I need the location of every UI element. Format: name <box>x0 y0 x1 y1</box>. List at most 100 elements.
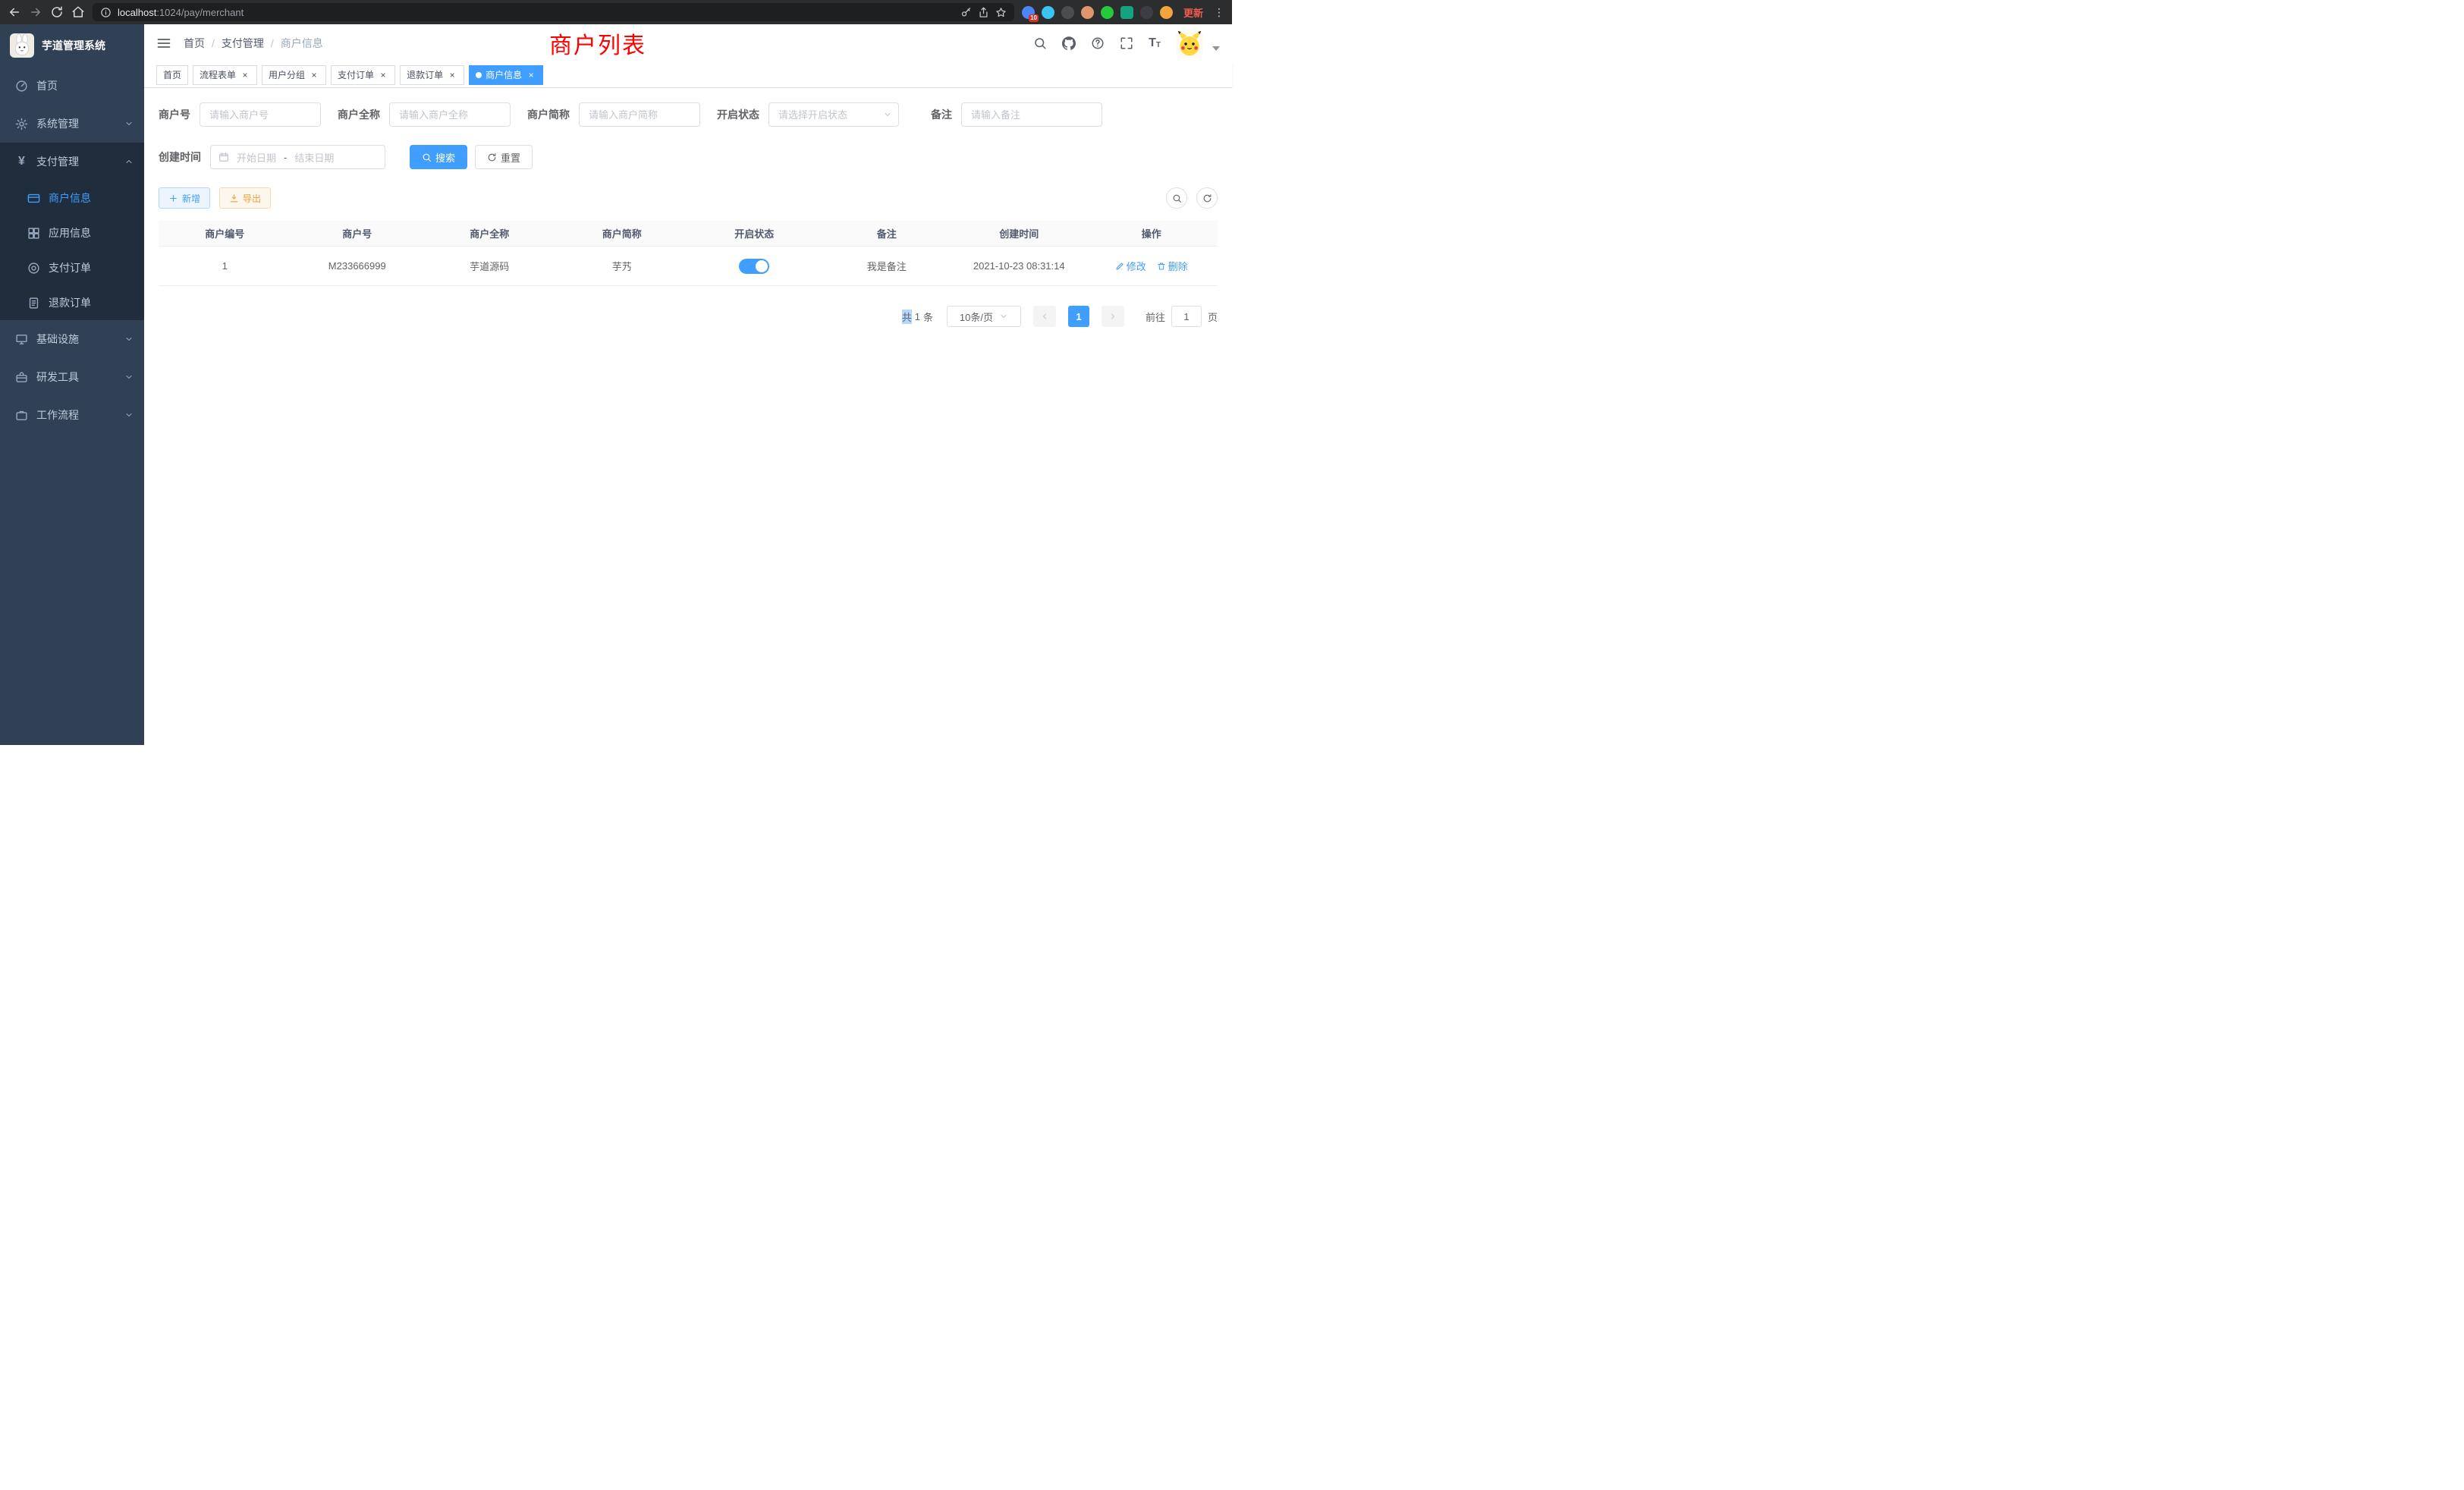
close-icon[interactable]: × <box>526 70 536 80</box>
table-row: 1 M233666999 芋道源码 芋艿 我是备注 2021-10-23 08:… <box>159 247 1218 286</box>
sidebar-item-system[interactable]: 系统管理 <box>0 105 144 143</box>
tab-home[interactable]: 首页 <box>156 65 188 85</box>
yen-icon: ¥ <box>15 156 28 168</box>
refresh-table-button[interactable] <box>1196 187 1218 209</box>
close-icon[interactable]: × <box>309 70 319 80</box>
user-avatar[interactable] <box>1176 30 1203 57</box>
site-info-icon[interactable] <box>100 7 112 18</box>
reload-icon[interactable] <box>50 5 64 19</box>
status-select-input[interactable] <box>768 102 899 127</box>
edit-button[interactable]: 修改 <box>1115 259 1146 273</box>
merchant-no-label: 商户号 <box>159 107 190 122</box>
share-icon[interactable] <box>978 7 989 18</box>
column-header: 备注 <box>821 221 954 246</box>
tag-view-bar: 首页 流程表单× 用户分组 × 支付订单× 退款订单× 商户信息 × <box>144 62 1232 88</box>
extension-puzzle-icon[interactable]: 10 <box>1022 6 1035 19</box>
chevron-right-icon <box>1108 312 1117 321</box>
user-menu-caret-icon[interactable] <box>1212 46 1220 51</box>
pagination: 共 1 条 10条/页 1 前往 页 <box>159 306 1218 327</box>
goto-label: 前往 <box>1146 310 1165 324</box>
bookmark-star-icon[interactable] <box>995 7 1007 18</box>
remark-input[interactable] <box>961 102 1102 127</box>
extension-green-check-icon[interactable] <box>1101 6 1114 19</box>
tab-user-group[interactable]: 用户分组 × <box>262 65 326 85</box>
browser-toolbar: localhost:1024/pay/merchant 10 更新 ⋮ <box>0 0 1232 24</box>
breadcrumb-payment[interactable]: 支付管理 <box>222 36 264 51</box>
page-unit-label: 页 <box>1208 310 1218 324</box>
export-button[interactable]: 导出 <box>219 187 271 209</box>
github-icon[interactable] <box>1062 36 1076 50</box>
reset-button-label: 重置 <box>501 150 520 165</box>
breadcrumb-home[interactable]: 首页 <box>184 36 205 51</box>
profile-avatar-icon[interactable] <box>1160 6 1173 19</box>
extension-dark-icon[interactable] <box>1061 6 1074 19</box>
date-range-picker[interactable]: 开始日期 - 结束日期 <box>210 145 385 169</box>
page-size-select[interactable]: 10条/页 <box>947 306 1021 327</box>
tab-label: 商户信息 <box>486 68 522 81</box>
toggle-search-button[interactable] <box>1166 187 1187 209</box>
status-select[interactable] <box>768 102 899 127</box>
payment-menu-group: ¥ 支付管理 商户信息 应用信息 支付订单 <box>0 143 144 320</box>
url-bar[interactable]: localhost:1024/pay/merchant <box>93 3 1014 21</box>
sidebar-item-payment-orders[interactable]: 支付订单 <box>0 250 144 285</box>
extension-badge: 10 <box>1029 14 1039 22</box>
chevron-down-icon <box>124 410 134 420</box>
pagination-goto: 前往 页 <box>1146 306 1218 327</box>
delete-button[interactable]: 删除 <box>1157 259 1188 273</box>
sidebar-item-payment[interactable]: ¥ 支付管理 <box>0 143 144 181</box>
fullscreen-icon[interactable] <box>1120 36 1133 50</box>
breadcrumb-current: 商户信息 <box>281 36 323 51</box>
merchant-no-input[interactable] <box>200 102 321 127</box>
sidebar-item-app-info[interactable]: 应用信息 <box>0 215 144 250</box>
sidebar-item-dev-tools[interactable]: 研发工具 <box>0 358 144 396</box>
browser-update-button[interactable]: 更新 <box>1183 5 1203 20</box>
extension-pin-icon[interactable] <box>1140 6 1153 19</box>
sidebar-item-merchant-info[interactable]: 商户信息 <box>0 181 144 215</box>
search-button[interactable]: 搜索 <box>410 145 467 169</box>
tab-payment-orders[interactable]: 支付订单× <box>331 65 395 85</box>
close-icon[interactable]: × <box>240 70 250 80</box>
extension-green-square-icon[interactable] <box>1120 6 1133 19</box>
add-button[interactable]: 新增 <box>159 187 210 209</box>
home-icon[interactable] <box>71 5 85 19</box>
status-toggle[interactable] <box>739 259 769 274</box>
forward-icon[interactable] <box>29 5 42 19</box>
collapse-sidebar-icon[interactable] <box>156 36 171 51</box>
sidebar-item-workflow[interactable]: 工作流程 <box>0 396 144 434</box>
help-icon[interactable] <box>1091 36 1105 50</box>
logo-avatar <box>10 33 34 58</box>
chevron-down-icon <box>124 372 134 382</box>
chevron-left-icon <box>1040 312 1049 321</box>
briefcase-icon <box>15 409 28 422</box>
password-key-icon[interactable] <box>960 7 972 18</box>
sidebar-item-refund-orders[interactable]: 退款订单 <box>0 285 144 320</box>
extension-drop-icon[interactable] <box>1042 6 1054 19</box>
sidebar: 芋道管理系统 首页 系统管理 ¥ 支付管理 商户信息 <box>0 24 144 745</box>
tab-merchant-info[interactable]: 商户信息 × <box>469 65 543 85</box>
table-header: 商户编号 商户号 商户全称 商户简称 开启状态 备注 创建时间 操作 <box>159 221 1218 247</box>
column-header: 商户简称 <box>556 221 689 246</box>
goto-page-input[interactable] <box>1171 306 1202 327</box>
close-icon[interactable]: × <box>378 70 388 80</box>
search-icon[interactable] <box>1033 36 1047 50</box>
back-icon[interactable] <box>8 5 21 19</box>
tab-refund-orders[interactable]: 退款订单× <box>400 65 464 85</box>
extension-colorful-icon[interactable] <box>1081 6 1094 19</box>
close-icon[interactable]: × <box>447 70 457 80</box>
sidebar-item-infrastructure[interactable]: 基础设施 <box>0 320 144 358</box>
short-name-input[interactable] <box>579 102 700 127</box>
page-number-1[interactable]: 1 <box>1068 306 1089 327</box>
cell-merchant-no: M233666999 <box>291 247 424 285</box>
reset-button[interactable]: 重置 <box>475 145 533 169</box>
merchant-table: 商户编号 商户号 商户全称 商户简称 开启状态 备注 创建时间 操作 1 M23… <box>159 221 1218 286</box>
full-name-input[interactable] <box>389 102 511 127</box>
sidebar-item-home[interactable]: 首页 <box>0 67 144 105</box>
tab-label: 用户分组 <box>269 68 305 81</box>
font-size-icon[interactable]: TT <box>1149 37 1161 49</box>
next-page-button[interactable] <box>1102 306 1124 327</box>
browser-menu-icon[interactable]: ⋮ <box>1214 6 1224 19</box>
toolbar-right <box>1166 187 1218 209</box>
tab-process-form[interactable]: 流程表单× <box>193 65 257 85</box>
breadcrumb-separator: / <box>271 37 274 49</box>
prev-page-button[interactable] <box>1033 306 1056 327</box>
